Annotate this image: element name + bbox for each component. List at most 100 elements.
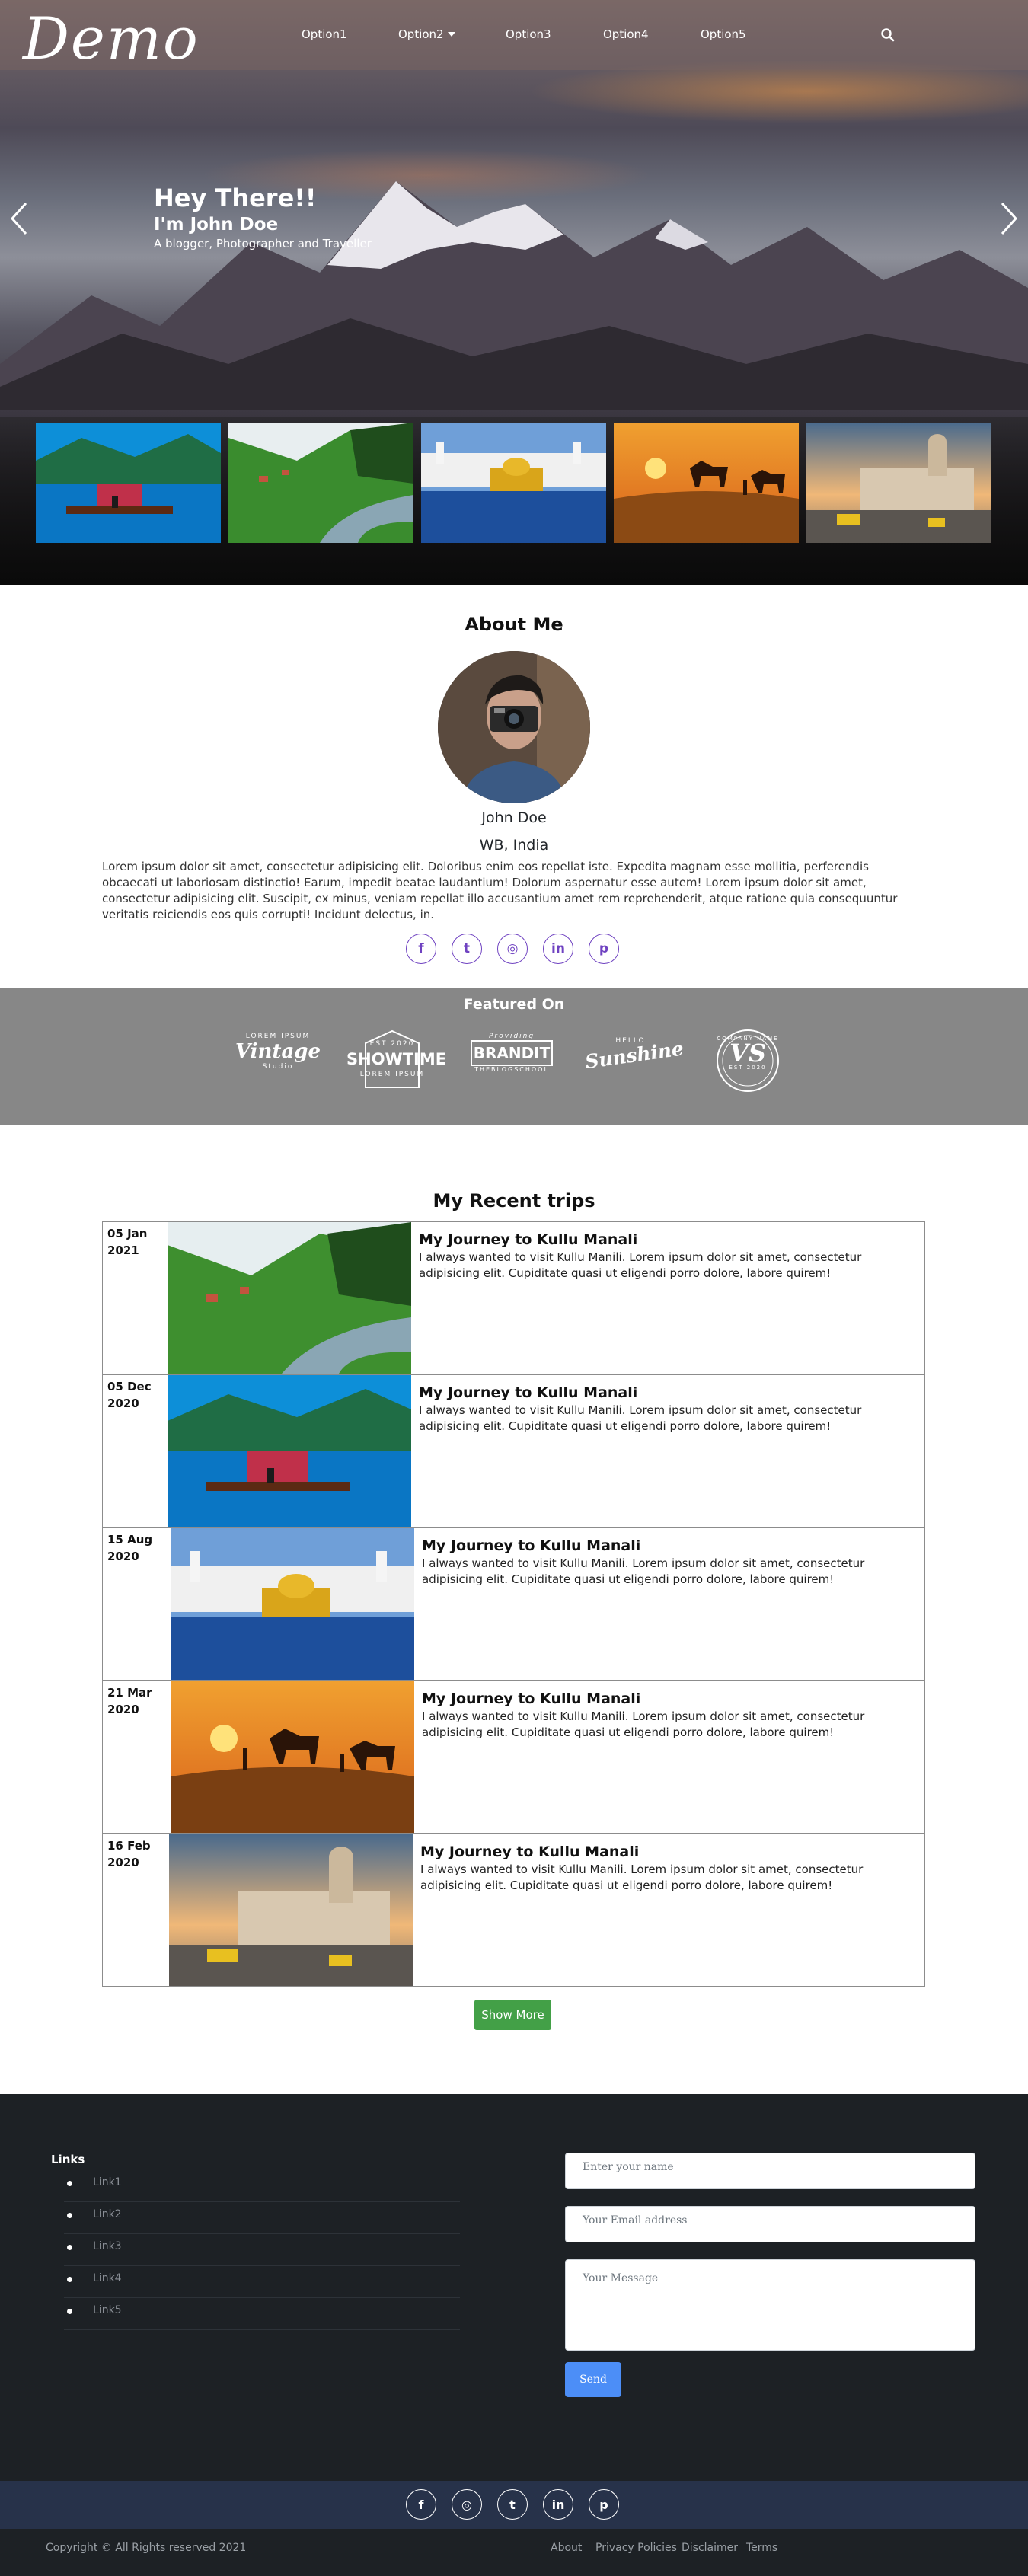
trip-date: 16 Feb 2020	[107, 1839, 151, 1869]
trip-title[interactable]: My Journey to Kullu Manali	[419, 1384, 637, 1401]
hero-section: Demo Option1 Option2 Option3 Option4 Opt…	[0, 0, 1028, 585]
bullet-icon	[67, 2213, 72, 2218]
trip-date: 05 Jan 2021	[107, 1227, 148, 1257]
linkedin-icon[interactable]: in	[543, 934, 573, 964]
top-navbar: Demo Option1 Option2 Option3 Option4 Opt…	[0, 0, 1028, 72]
send-button[interactable]: Send	[565, 2362, 621, 2397]
instagram-icon[interactable]: ◎	[452, 2489, 482, 2520]
name-input-placeholder: Enter your name	[583, 2161, 674, 2173]
brand-logo-vintage-name: Vintage	[235, 1040, 321, 1063]
trip-title[interactable]: My Journey to Kullu Manali	[419, 1231, 637, 1248]
carousel-next-icon[interactable]	[998, 200, 1020, 238]
hero-tagline: A blogger, Photographer and Traveller	[154, 237, 372, 251]
trip-image-city-building	[169, 1834, 413, 1986]
about-section: About Me John Doe WB, India Lorem ipsum …	[0, 585, 1028, 988]
nav-option2-dropdown[interactable]: Option2	[398, 27, 455, 41]
thumbnail-lake-boat[interactable]	[36, 423, 221, 543]
message-textarea[interactable]: Your Message	[565, 2259, 975, 2351]
footer-link-1[interactable]: Link1	[64, 2170, 460, 2202]
facebook-icon[interactable]: f	[406, 2489, 436, 2520]
site-logo[interactable]: Demo	[23, 5, 200, 72]
trip-card[interactable]: 21 Mar 2020 My Journey to Kullu Manali I…	[102, 1681, 925, 1834]
brand-logo-vintage-top: LOREM IPSUM	[245, 1033, 311, 1040]
trip-description: I always wanted to visit Kullu Manili. L…	[422, 1556, 865, 1586]
bullet-icon	[67, 2309, 72, 2314]
footer: Links Link1 Link2 Link3 Link4 Link5 Ente…	[0, 2094, 1028, 2576]
thumbnail-golden-temple[interactable]	[421, 423, 606, 543]
nav-option4[interactable]: Option4	[603, 27, 649, 41]
thumbnail-valley-river[interactable]	[228, 423, 413, 543]
search-icon[interactable]	[880, 27, 896, 43]
copyright-text: Copyright © All Rights reserved 2021	[46, 2542, 247, 2554]
footer-link-4[interactable]: Link4	[64, 2266, 460, 2298]
about-bio: Lorem ipsum dolor sit amet, consectetur …	[102, 860, 898, 921]
about-social-links: f t ◎ in p	[406, 934, 619, 964]
email-input[interactable]: Your Email address	[565, 2206, 975, 2242]
footer-link-2[interactable]: Link2	[64, 2202, 460, 2234]
carousel-prev-icon[interactable]	[8, 200, 30, 238]
show-more-button[interactable]: Show More	[474, 2000, 551, 2030]
about-location: WB, India	[479, 837, 549, 854]
nav-option3[interactable]: Option3	[506, 27, 551, 41]
brand-logo-vs: COMPANY NAME VS EST 2020	[702, 1026, 793, 1095]
brand-logo-brandit-top: Providing	[488, 1033, 535, 1040]
footer-link-label: Link3	[93, 2240, 122, 2252]
trip-title[interactable]: My Journey to Kullu Manali	[422, 1690, 640, 1707]
caret-down-icon	[447, 32, 455, 37]
hero-subheading: I'm John Doe	[154, 215, 279, 235]
message-textarea-placeholder: Your Message	[583, 2272, 659, 2284]
bullet-icon	[67, 2277, 72, 2282]
featured-section: Featured On LOREM IPSUM Vintage Studio E…	[0, 988, 1028, 1125]
brand-logo-showtime-bottom: LOREM IPSUM	[359, 1071, 425, 1078]
trip-title[interactable]: My Journey to Kullu Manali	[422, 1537, 640, 1554]
footer-links-title: Links	[51, 2153, 85, 2166]
hero-heading: Hey There!!	[154, 184, 317, 212]
trip-card[interactable]: 15 Aug 2020 My Journey to Kullu Manali I…	[102, 1527, 925, 1681]
trip-image-desert-camels	[171, 1681, 414, 1833]
nav-option1[interactable]: Option1	[302, 27, 347, 41]
brand-logo-vintage: LOREM IPSUM Vintage Studio	[232, 1026, 324, 1095]
nav-option2-label: Option2	[398, 27, 444, 41]
brand-logo-showtime-name: SHOWTIME	[346, 1050, 447, 1068]
pinterest-icon[interactable]: p	[589, 934, 619, 964]
pinterest-icon[interactable]: p	[589, 2489, 619, 2520]
bullet-icon	[67, 2245, 72, 2250]
trip-description: I always wanted to visit Kullu Manili. L…	[420, 1863, 864, 1892]
brand-logo-brandit-name: BRANDIT	[471, 1040, 553, 1066]
about-name: John Doe	[481, 809, 547, 826]
brand-logo-vs-name: VS	[729, 1039, 766, 1068]
mountain-landscape-image	[0, 181, 1028, 410]
trip-description: I always wanted to visit Kullu Manili. L…	[419, 1403, 862, 1433]
footer-link-3[interactable]: Link3	[64, 2234, 460, 2266]
trip-card[interactable]: 16 Feb 2020 My Journey to Kullu Manali I…	[102, 1834, 925, 1987]
footer-terms-link[interactable]: Terms	[746, 2542, 777, 2554]
trip-card[interactable]: 05 Dec 2020 My Journey to Kullu Manali I…	[102, 1374, 925, 1527]
nav-option5[interactable]: Option5	[701, 27, 746, 41]
twitter-icon[interactable]: t	[452, 934, 482, 964]
trip-title[interactable]: My Journey to Kullu Manali	[420, 1843, 639, 1860]
brand-logo-vintage-bottom: Studio	[262, 1063, 294, 1071]
brand-logo-brandit: Providing BRANDIT THEBLOGSCHOOL	[466, 1026, 557, 1095]
bullet-icon	[67, 2181, 72, 2186]
linkedin-icon[interactable]: in	[543, 2489, 573, 2520]
facebook-icon[interactable]: f	[406, 934, 436, 964]
thumbnail-desert-camels[interactable]	[614, 423, 799, 543]
footer-link-5[interactable]: Link5	[64, 2298, 460, 2330]
trip-image-golden-temple	[171, 1528, 414, 1680]
twitter-icon[interactable]: t	[497, 2489, 528, 2520]
footer-link-label: Link1	[93, 2176, 122, 2188]
name-input[interactable]: Enter your name	[565, 2153, 975, 2189]
footer-privacy-link[interactable]: Privacy Policies	[595, 2542, 677, 2554]
trip-card[interactable]: 05 Jan 2021 My Journey to Kullu Manali I…	[102, 1221, 925, 1374]
brand-logo-vs-bottom: EST 2020	[729, 1065, 767, 1071]
brand-logo-showtime: EST 2020 SHOWTIME LOREM IPSUM	[346, 1026, 447, 1095]
trip-description: I always wanted to visit Kullu Manili. L…	[422, 1709, 865, 1739]
footer-link-label: Link4	[93, 2272, 122, 2284]
instagram-icon[interactable]: ◎	[497, 934, 528, 964]
thumbnail-city-building[interactable]	[806, 423, 991, 543]
footer-disclaimer-link[interactable]: Disclaimer	[682, 2542, 738, 2554]
footer-about-link[interactable]: About	[551, 2542, 582, 2554]
about-title: About Me	[465, 614, 563, 635]
brand-logo-showtime-top: EST 2020	[369, 1040, 415, 1048]
hero-caption: Hey There!! I'm John Doe A blogger, Phot…	[154, 183, 372, 251]
